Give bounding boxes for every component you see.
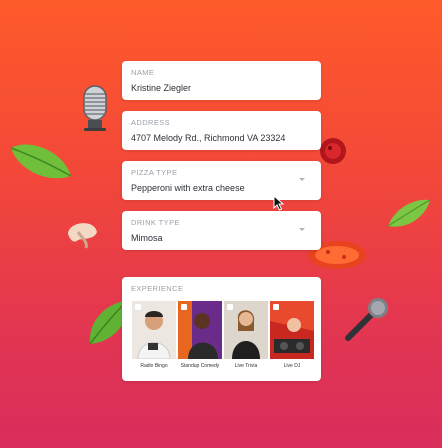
standup-comedy-checkbox[interactable] <box>181 304 187 310</box>
live-dj-photo <box>270 301 314 359</box>
radio-bingo-caption: Radio Bingo <box>140 363 168 369</box>
experience-option-standup-comedy[interactable]: Standup Comedy <box>178 301 222 369</box>
live-trivia-photo <box>224 301 268 359</box>
live-dj-checkbox[interactable] <box>273 304 279 310</box>
name-field[interactable]: NAME Kristine Ziegler <box>122 61 321 100</box>
handheld-microphone-icon <box>345 298 388 341</box>
mushroom-icon <box>68 223 97 249</box>
chevron-down-icon[interactable] <box>299 178 305 181</box>
basil-leaf-icon <box>10 144 72 179</box>
address-label: ADDRESS <box>131 118 171 127</box>
cursor-icon <box>273 195 285 211</box>
studio-microphone-icon <box>83 85 107 131</box>
name-input[interactable]: Kristine Ziegler <box>131 83 312 93</box>
tomato-icon <box>320 138 346 164</box>
experience-label: EXPERIENCE <box>131 284 184 293</box>
drink-type-value[interactable]: Mimosa <box>131 233 312 243</box>
pizza-type-select[interactable]: PIZZA TYPE Pepperoni with extra cheese <box>122 161 321 200</box>
basil-leaf-icon <box>387 199 431 227</box>
chevron-down-icon[interactable] <box>299 228 305 231</box>
experience-panel: EXPERIENCE Radio Bingo Standup Comedy Li… <box>122 277 321 381</box>
standup-comedy-photo <box>178 301 222 359</box>
radio-bingo-checkbox[interactable] <box>135 304 141 310</box>
radio-bingo-photo <box>132 301 176 359</box>
live-trivia-checkbox[interactable] <box>227 304 233 310</box>
live-trivia-caption: Live Trivia <box>234 363 258 369</box>
name-label: NAME <box>131 68 155 77</box>
live-dj-caption: Live DJ <box>283 363 301 369</box>
drink-type-label: DRINK TYPE <box>131 218 180 227</box>
pizza-type-value[interactable]: Pepperoni with extra cheese <box>131 183 312 193</box>
standup-comedy-caption: Standup Comedy <box>180 363 220 369</box>
experience-option-live-dj[interactable]: Live DJ <box>270 301 314 369</box>
pizza-type-label: PIZZA TYPE <box>131 168 178 177</box>
address-field[interactable]: ADDRESS 4707 Melody Rd., Richmond VA 233… <box>122 111 321 150</box>
experience-option-live-trivia[interactable]: Live Trivia <box>224 301 268 369</box>
address-input[interactable]: 4707 Melody Rd., Richmond VA 23324 <box>131 133 312 143</box>
experience-option-radio-bingo[interactable]: Radio Bingo <box>132 301 176 369</box>
drink-type-select[interactable]: DRINK TYPE Mimosa <box>122 211 321 250</box>
